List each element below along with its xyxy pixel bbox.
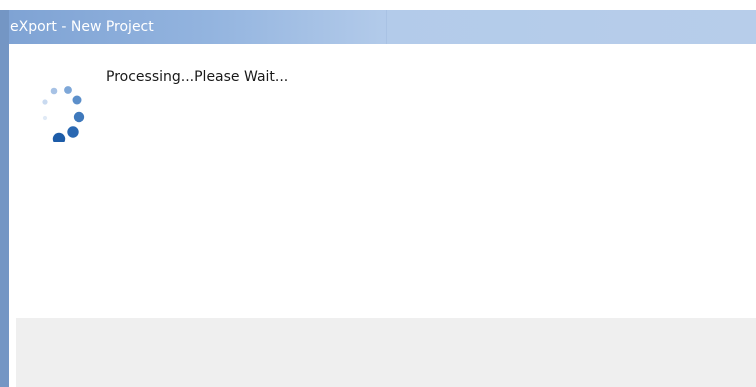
dialog-content: Processing...Please Wait... (9, 44, 756, 318)
window-title: eXport - New Project (10, 19, 154, 35)
titlebar-divider (386, 10, 387, 44)
window-titlebar[interactable]: eXport - New Project (9, 10, 756, 44)
dialog-footer (16, 318, 756, 387)
export-dialog-window: eXport - New Project Processing...Please… (0, 10, 756, 387)
loading-spinner-icon (24, 72, 94, 146)
processing-status-text: Processing...Please Wait... (106, 69, 289, 85)
